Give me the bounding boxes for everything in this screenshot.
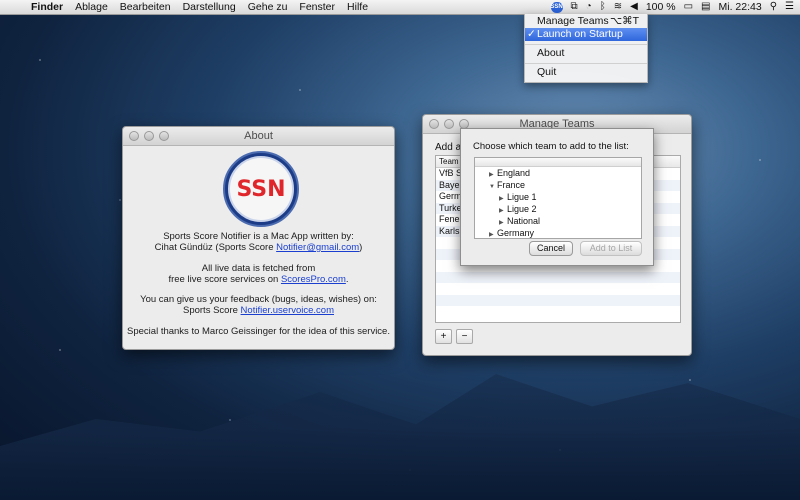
tree-item-ligue-1[interactable]: ▶ Ligue 1: [475, 191, 641, 203]
wifi-icon[interactable]: ≋: [614, 1, 622, 13]
mirror-icon[interactable]: ⧉: [571, 1, 578, 13]
menu-item-about[interactable]: About: [525, 47, 647, 60]
tree-header: [475, 158, 641, 167]
empty-row: [436, 306, 680, 318]
tree-item-ligue-2[interactable]: ▶ Ligue 2: [475, 203, 641, 215]
volume-icon[interactable]: ◀: [630, 1, 638, 13]
tree-item-label: Germany: [497, 228, 535, 238]
menu-gehe-zu[interactable]: Gehe zu: [248, 1, 288, 13]
disclosure-triangle-collapsed-icon[interactable]: ▶: [489, 229, 497, 238]
window-controls: [129, 131, 169, 141]
about-window: About SSN Sports Score Notifier is a Mac…: [122, 126, 395, 350]
ssn-status-icon[interactable]: SSN: [550, 1, 563, 13]
add-team-button[interactable]: +: [435, 329, 452, 344]
about-line-4-suffix: .: [345, 274, 349, 285]
tree-item-label: National: [507, 216, 541, 226]
about-line-4: free live score services on ScoresPro.co…: [123, 274, 394, 286]
status-area: SSN ⧉ ◔ ᛒ ≋ ◀ 100 % ▭ ▤ Mi. 22:43 ⚲ ☰: [550, 0, 794, 14]
empty-row: [436, 283, 680, 295]
empty-row: [436, 294, 680, 306]
close-button[interactable]: [429, 119, 439, 129]
tree-item-label: France: [497, 180, 526, 190]
ssn-logo-text: SSN: [236, 176, 286, 202]
choose-team-prompt: Choose which team to add to the list:: [473, 141, 629, 152]
tree-item-france[interactable]: ▼ France: [475, 179, 641, 191]
menu-separator: [525, 44, 647, 45]
tree-item-label: Ligue 2: [507, 204, 537, 214]
notification-center-icon[interactable]: ☰: [785, 1, 794, 13]
bluetooth-icon[interactable]: ᛒ: [600, 1, 606, 13]
about-line-6: Sports Score Notifier.uservoice.com: [123, 305, 394, 317]
about-line-4-prefix: free live score services on: [168, 274, 281, 285]
menu-bearbeiten[interactable]: Bearbeiten: [120, 1, 171, 13]
checkmark-icon: ✓: [527, 28, 536, 40]
about-titlebar[interactable]: About: [123, 127, 394, 146]
tree-item-label: England: [497, 168, 531, 178]
about-line-2-prefix: Cihat Gündüz (Sports Score: [154, 242, 277, 253]
zoom-button[interactable]: [159, 131, 169, 141]
remove-team-button[interactable]: −: [456, 329, 473, 344]
team-tree[interactable]: ▶ England ▼ France ▶ Ligue 1 ▶ Ligue 2 ▶ Nati…: [474, 157, 642, 239]
uservoice-link[interactable]: Notifier.uservoice.com: [241, 305, 334, 316]
menu-hilfe[interactable]: Hilfe: [347, 1, 368, 13]
menu-fenster[interactable]: Fenster: [299, 1, 335, 13]
time-machine-icon[interactable]: ◔: [586, 1, 592, 13]
about-line-2-suffix: ): [359, 242, 363, 253]
email-link[interactable]: Notifier@gmail.com: [276, 242, 359, 253]
menu-item-launch-on-startup-label: Launch on Startup: [537, 28, 623, 40]
menu-ablage[interactable]: Ablage: [75, 1, 108, 13]
menu-item-quit[interactable]: Quit: [525, 66, 647, 79]
menu-separator: [525, 63, 647, 64]
ssn-status-menu: Manage Teams ⌥⌘T ✓ Launch on Startup Abo…: [524, 14, 648, 83]
flag-icon[interactable]: ▤: [701, 1, 710, 13]
close-button[interactable]: [129, 131, 139, 141]
menu-bar: Finder Ablage Bearbeiten Darstellung Geh…: [0, 0, 800, 15]
clock[interactable]: Mi. 22:43: [719, 1, 762, 13]
ssn-logo-inner: SSN: [228, 156, 294, 222]
ssn-logo: SSN: [223, 151, 299, 227]
battery-percentage[interactable]: 100 %: [646, 1, 676, 13]
menu-finder[interactable]: Finder: [31, 1, 63, 13]
choose-team-sheet: Choose which team to add to the list: ▶ E…: [460, 128, 654, 266]
apple-menu-icon[interactable]: [9, 1, 21, 13]
spotlight-icon[interactable]: ⚲: [770, 1, 777, 13]
tree-item-germany[interactable]: ▶ Germany: [475, 227, 641, 238]
battery-icon[interactable]: ▭: [684, 1, 693, 13]
cancel-button[interactable]: Cancel: [529, 241, 573, 256]
menu-item-manage-teams[interactable]: Manage Teams ⌥⌘T: [525, 15, 647, 28]
add-to-list-button[interactable]: Add to List: [580, 241, 642, 256]
about-title: About: [244, 130, 273, 142]
tree-item-label: Ligue 1: [507, 192, 537, 202]
tree-item-england[interactable]: ▶ England: [475, 167, 641, 179]
menu-item-launch-on-startup[interactable]: ✓ Launch on Startup: [525, 28, 647, 41]
empty-row: [436, 271, 680, 283]
about-line-6-prefix: Sports Score: [182, 305, 241, 316]
menu-darstellung[interactable]: Darstellung: [183, 1, 236, 13]
minimize-button[interactable]: [444, 119, 454, 129]
about-line-2: Cihat Gündüz (Sports Score Notifier@gmai…: [123, 242, 394, 254]
scorespro-link[interactable]: ScoresPro.com: [281, 274, 346, 285]
tree-item-national[interactable]: ▶ National: [475, 215, 641, 227]
manage-teams-shortcut: ⌥⌘T: [609, 15, 639, 27]
about-line-7: Special thanks to Marco Geissinger for t…: [127, 326, 390, 337]
menu-item-manage-teams-label: Manage Teams: [537, 15, 609, 27]
minimize-button[interactable]: [144, 131, 154, 141]
